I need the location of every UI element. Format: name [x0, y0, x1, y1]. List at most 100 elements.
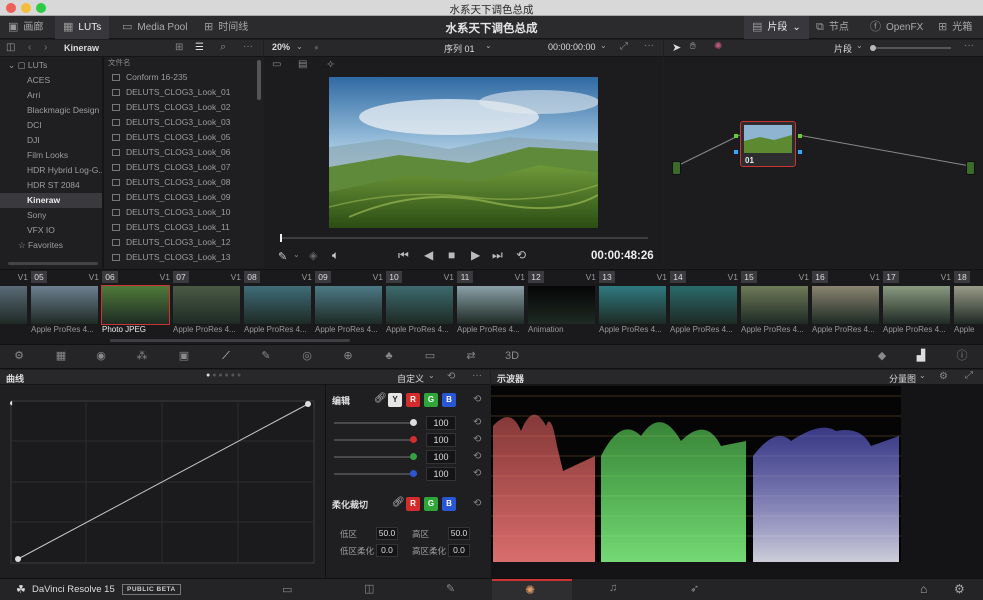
- clip-thumbnail[interactable]: 18 Apple: [954, 271, 983, 337]
- playhead-scrubber[interactable]: [280, 237, 648, 239]
- lut-file-row[interactable]: DELUTS_CLOG3_Look_12: [104, 235, 256, 250]
- node-output[interactable]: [966, 161, 975, 175]
- settings-gear-icon[interactable]: ⚙︎: [954, 582, 965, 596]
- channel-b-button[interactable]: B: [442, 393, 456, 407]
- chevron-down-icon[interactable]: ⌄: [296, 42, 303, 51]
- chevron-down-icon[interactable]: ⌄: [856, 41, 863, 50]
- lut-category-item[interactable]: Film Looks: [0, 148, 102, 163]
- reset-red-icon[interactable]: ⟲: [473, 434, 481, 445]
- fusion-page-icon[interactable]: ✎: [446, 582, 455, 595]
- lut-file-row[interactable]: DELUTS_CLOG3_Look_10: [104, 205, 256, 220]
- curve-graph[interactable]: [10, 400, 315, 564]
- chevron-down-icon[interactable]: ⌄: [428, 371, 435, 380]
- node-mode[interactable]: 片段: [834, 42, 852, 55]
- lut-file-row[interactable]: DELUTS_CLOG3_Look_07: [104, 160, 256, 175]
- sequence-name[interactable]: 序列 01: [444, 42, 475, 55]
- node-zoom-slider[interactable]: [876, 47, 951, 49]
- node-input-port[interactable]: [734, 134, 738, 138]
- deliver-page-icon[interactable]: ➶: [690, 582, 699, 595]
- magic-wand-icon[interactable]: ✧: [326, 58, 335, 71]
- blur-icon[interactable]: ♣︎: [379, 346, 399, 366]
- color-page-tab[interactable]: ✺: [492, 579, 572, 600]
- nodes-button[interactable]: ⧉ 节点: [816, 16, 849, 39]
- high-soft-value[interactable]: 0.0: [448, 544, 470, 557]
- clip-thumbnail[interactable]: 14 V1 Apple ProRes 4...: [670, 271, 740, 337]
- green-value[interactable]: 100: [426, 450, 456, 464]
- power-window-icon[interactable]: ◎: [297, 346, 317, 366]
- image-wipe-icon[interactable]: ▤: [298, 59, 307, 70]
- split-view-icon[interactable]: ▭: [272, 59, 281, 70]
- loop-icon[interactable]: ⟲: [516, 248, 526, 262]
- reset-green-icon[interactable]: ⟲: [473, 451, 481, 462]
- clip-thumbnail[interactable]: 15 V1 Apple ProRes 4...: [741, 271, 811, 337]
- lut-file-row[interactable]: DELUTS_CLOG3_Look_09: [104, 190, 256, 205]
- channel-g-button[interactable]: G: [424, 393, 438, 407]
- node-output-port[interactable]: [798, 134, 802, 138]
- node-key-input-port[interactable]: [734, 150, 738, 154]
- luma-value[interactable]: 100: [426, 416, 456, 430]
- back-arrow-icon[interactable]: ‹: [28, 42, 31, 53]
- lut-category-item[interactable]: DCI: [0, 118, 102, 133]
- go-to-end-icon[interactable]: ⏭︎: [492, 248, 503, 263]
- camera-raw-icon[interactable]: ⚙︎: [9, 346, 29, 366]
- lut-root[interactable]: ⌄ ▢ LUTs: [0, 58, 102, 73]
- stop-icon[interactable]: ■: [448, 248, 455, 262]
- file-list-scrollbar[interactable]: [257, 60, 261, 100]
- list-view-icon[interactable]: ☰: [195, 42, 204, 53]
- lut-file-row[interactable]: DELUTS_CLOG3_Look_13: [104, 250, 256, 262]
- more-options-icon[interactable]: ···: [964, 40, 974, 51]
- channel-r-button[interactable]: R: [406, 393, 420, 407]
- volume-icon[interactable]: 🔈︎: [332, 248, 339, 263]
- clip-thumbnail[interactable]: 12 V1 Animation: [528, 271, 598, 337]
- softclip-r-button[interactable]: R: [406, 497, 420, 511]
- sizing-icon[interactable]: ⇄: [461, 346, 481, 366]
- rgb-mixer-icon[interactable]: ⁂: [132, 346, 152, 366]
- lut-category-item[interactable]: VFX IO: [0, 223, 102, 238]
- zoom-level[interactable]: 20%: [272, 42, 290, 52]
- blue-value[interactable]: 100: [426, 467, 456, 481]
- lut-file-row[interactable]: DELUTS_CLOG3_Look_01: [104, 85, 256, 100]
- low-value[interactable]: 50.0: [376, 527, 398, 540]
- lut-category-item[interactable]: HDR Hybrid Log-G...: [0, 163, 102, 178]
- reset-blue-icon[interactable]: ⟲: [473, 468, 481, 479]
- link-icon[interactable]: 🔗︎: [392, 497, 405, 508]
- chevron-down-icon[interactable]: ⌄: [600, 41, 607, 50]
- fullscreen-icon[interactable]: ⤢: [620, 41, 628, 52]
- reset-luma-icon[interactable]: ⟲: [473, 417, 481, 428]
- reset-softclip-icon[interactable]: ⟲: [473, 498, 481, 509]
- lut-category-item-selected[interactable]: Kineraw: [0, 193, 102, 208]
- fairlight-page-icon[interactable]: ♫: [609, 582, 617, 594]
- clip-thumbnail[interactable]: 08 V1 Apple ProRes 4...: [244, 271, 314, 337]
- play-icon[interactable]: ▶︎: [471, 248, 480, 262]
- hand-tool-icon[interactable]: ✋︎: [690, 41, 696, 52]
- page-indicator-dots[interactable]: ● ● ● ● ● ●: [206, 372, 241, 379]
- softclip-g-button[interactable]: G: [424, 497, 438, 511]
- qualifier-icon[interactable]: ✎: [256, 346, 276, 366]
- tracker-icon[interactable]: ⊕: [338, 346, 358, 366]
- red-intensity-slider[interactable]: 100: [334, 433, 456, 447]
- expand-icon[interactable]: ⤢: [965, 370, 973, 381]
- lut-file-row[interactable]: Conform 16-235: [104, 70, 256, 85]
- lut-file-row[interactable]: DELUTS_CLOG3_Look_05: [104, 130, 256, 145]
- lut-category-item[interactable]: HDR ST 2084: [0, 178, 102, 193]
- sidebar-toggle-icon[interactable]: ◫: [6, 42, 15, 53]
- high-value[interactable]: 50.0: [448, 527, 470, 540]
- more-options-icon[interactable]: ···: [472, 370, 482, 381]
- tree-horizontal-scrollbar[interactable]: [8, 262, 98, 265]
- clip-thumbnail[interactable]: 09 V1 Apple ProRes 4...: [315, 271, 385, 337]
- media-page-icon[interactable]: ▭: [282, 583, 292, 596]
- more-options-icon[interactable]: ···: [243, 41, 253, 52]
- node-01[interactable]: 01: [740, 121, 796, 167]
- edit-page-icon[interactable]: ◫: [364, 582, 374, 595]
- go-to-start-icon[interactable]: ⏮︎: [398, 248, 409, 263]
- lut-category-item[interactable]: DJI: [0, 133, 102, 148]
- key-icon[interactable]: ▭: [420, 346, 440, 366]
- channel-y-button[interactable]: Y: [388, 393, 402, 407]
- 3d-icon[interactable]: 3D: [502, 346, 522, 366]
- lut-file-row[interactable]: DELUTS_CLOG3_Look_03: [104, 115, 256, 130]
- clip-thumbnail[interactable]: 13 V1 Apple ProRes 4...: [599, 271, 669, 337]
- lut-file-row[interactable]: DELUTS_CLOG3_Look_08: [104, 175, 256, 190]
- info-icon[interactable]: ⓘ: [952, 346, 972, 366]
- node-key-output-port[interactable]: [798, 150, 802, 154]
- clip-thumbnail[interactable]: 10 V1 Apple ProRes 4...: [386, 271, 456, 337]
